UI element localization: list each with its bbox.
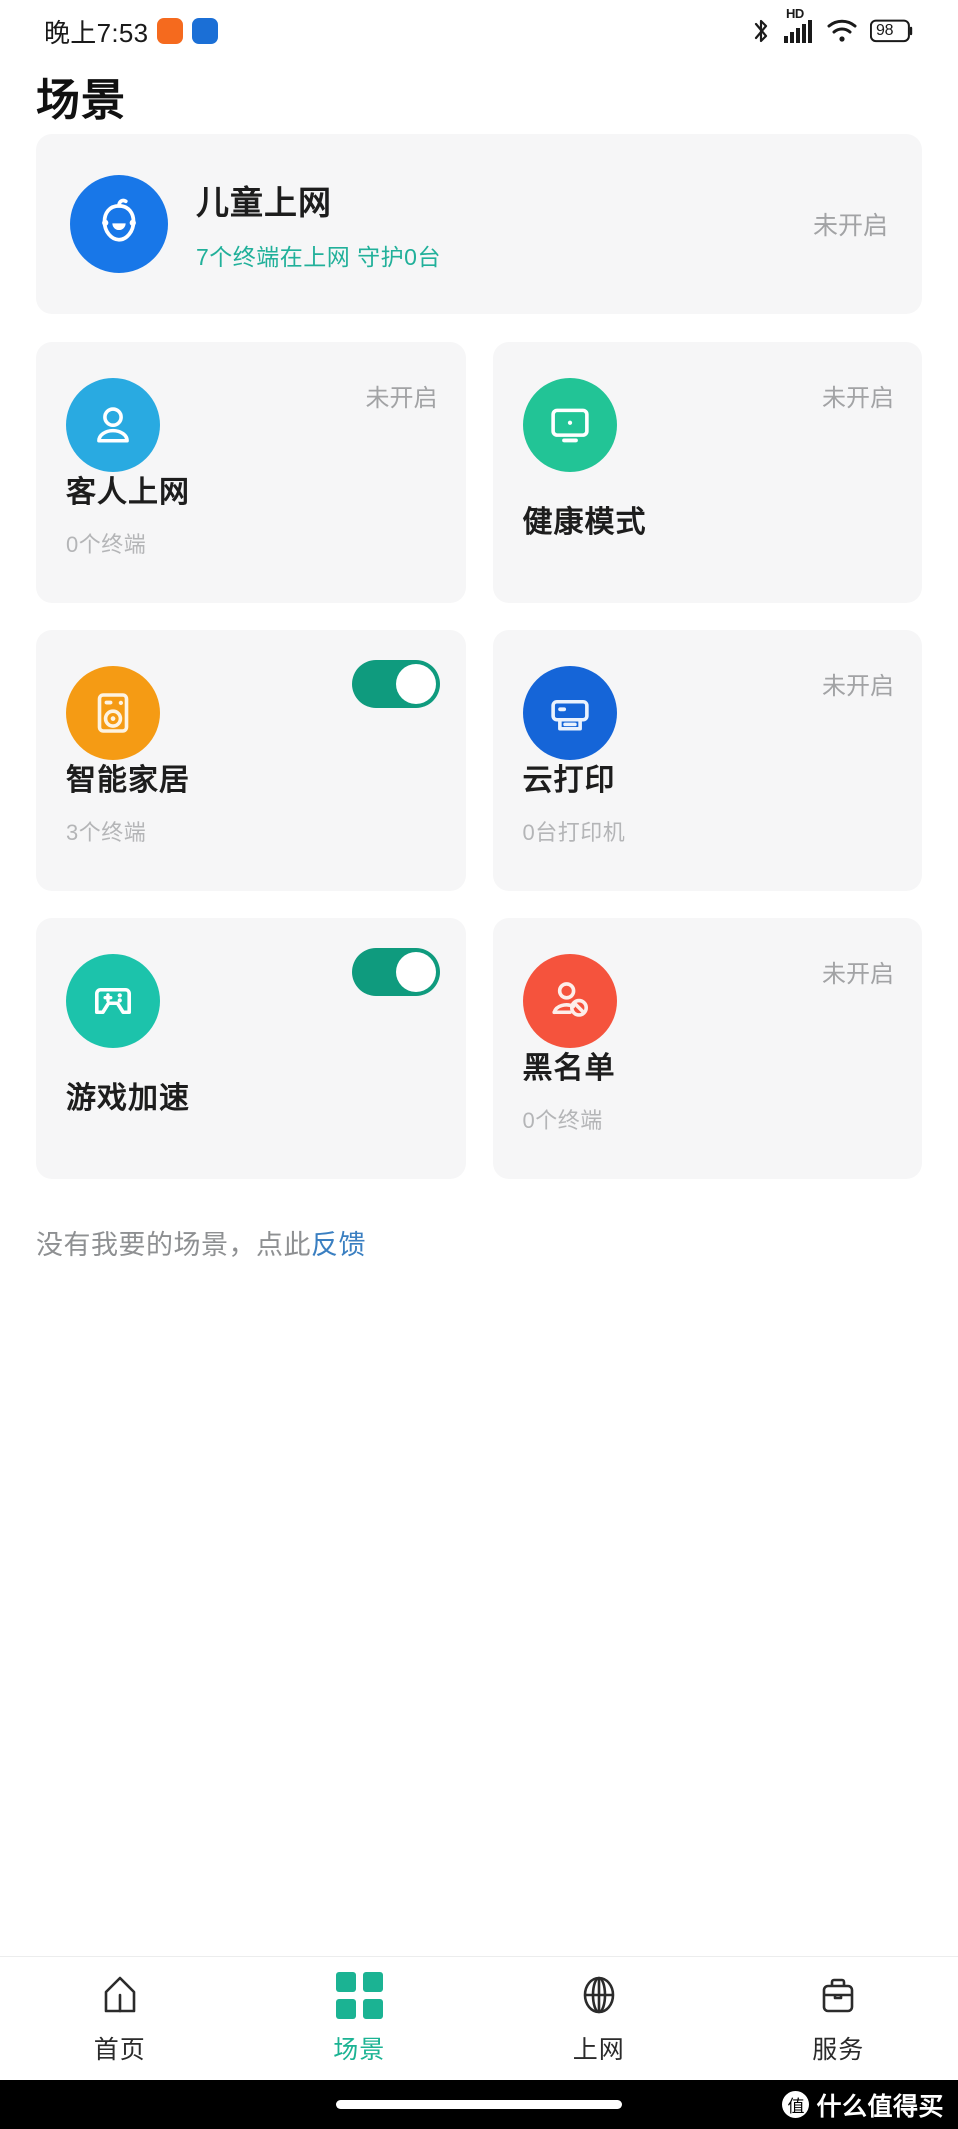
cellular-signal-icon: HD bbox=[784, 6, 814, 43]
status-badge: 未开启 bbox=[822, 961, 894, 988]
status-bar-right: HD 98 bbox=[751, 6, 914, 45]
scene-grid: 客人上网 0个终端 未开启 健康模式 未开启 智能家居 3个终端 云打印 0台打… bbox=[36, 342, 922, 1179]
tab-services[interactable]: 服务 bbox=[719, 1971, 958, 2066]
toggle-knob bbox=[395, 952, 436, 992]
baby-face-icon bbox=[70, 175, 168, 273]
grid-icon bbox=[335, 1971, 383, 2019]
status-badge: 未开启 bbox=[365, 385, 438, 412]
battery-level-label: 98 bbox=[876, 22, 894, 39]
phone-screen: 晚上7:53 HD 98 场景 儿童上网 7个终端在上网 守护0台 未开启 客人… bbox=[0, 0, 958, 2129]
scene-subtitle: 0个终端 bbox=[66, 532, 147, 557]
blocked-user-icon bbox=[522, 954, 617, 1048]
page-title: 场景 bbox=[36, 76, 126, 125]
monitor-icon bbox=[522, 378, 617, 472]
feedback-text: 没有我要的场景，点此 bbox=[36, 1230, 311, 1260]
tab-scenes[interactable]: 场景 bbox=[240, 1971, 480, 2066]
status-badge: 未开启 bbox=[822, 673, 894, 700]
scene-subtitle: 0台打印机 bbox=[522, 820, 626, 845]
scene-toggle[interactable] bbox=[351, 660, 440, 708]
gamepad-icon bbox=[66, 954, 160, 1048]
scene-list: 儿童上网 7个终端在上网 守护0台 未开启 客人上网 0个终端 未开启 健康模式… bbox=[0, 134, 958, 1262]
scene-card-cloud-print[interactable]: 云打印 0台打印机 未开启 bbox=[492, 630, 922, 891]
scene-title: 健康模式 bbox=[522, 506, 647, 539]
scene-title: 游戏加速 bbox=[66, 1082, 190, 1115]
tab-internet[interactable]: 上网 bbox=[479, 1971, 719, 2066]
guest-person-icon bbox=[66, 378, 160, 472]
feedback-link[interactable]: 反馈 bbox=[311, 1230, 366, 1260]
status-bar-left: 晚上7:53 bbox=[44, 13, 219, 50]
network-type-label: HD bbox=[786, 6, 804, 21]
scene-card-health-mode[interactable]: 健康模式 未开启 bbox=[492, 342, 922, 603]
scene-title: 客人上网 bbox=[66, 476, 190, 509]
scene-card-game-boost[interactable]: 游戏加速 bbox=[36, 918, 466, 1179]
blue-app-icon bbox=[192, 18, 219, 44]
scene-card-kids-internet[interactable]: 儿童上网 7个终端在上网 守护0台 未开启 bbox=[36, 134, 922, 314]
scene-title: 儿童上网 bbox=[196, 184, 332, 221]
scene-toggle[interactable] bbox=[351, 948, 440, 996]
printer-icon bbox=[522, 666, 617, 760]
tab-label: 场景 bbox=[333, 2035, 386, 2064]
bluetooth-icon bbox=[751, 17, 771, 45]
toggle-knob bbox=[395, 664, 436, 704]
status-bar: 晚上7:53 HD 98 bbox=[0, 0, 958, 62]
status-bar-clock: 晚上7:53 bbox=[44, 17, 149, 48]
watermark: 值 什么值得买 bbox=[782, 2087, 944, 2123]
battery-icon: 98 bbox=[870, 19, 914, 43]
status-badge: 未开启 bbox=[822, 385, 894, 412]
scene-card-blacklist[interactable]: 黑名单 0个终端 未开启 bbox=[492, 918, 922, 1179]
tab-label: 服务 bbox=[812, 2036, 865, 2064]
hero-card-texts: 儿童上网 7个终端在上网 守护0台 bbox=[196, 176, 441, 272]
scene-subtitle: 7个终端在上网 守护0台 bbox=[196, 244, 441, 270]
scene-card-smart-home[interactable]: 智能家居 3个终端 bbox=[36, 630, 466, 891]
scene-subtitle: 0个终端 bbox=[522, 1108, 603, 1133]
watermark-text: 什么值得买 bbox=[816, 2092, 944, 2121]
home-indicator-area: 值 什么值得买 bbox=[0, 2080, 958, 2129]
scene-title: 云打印 bbox=[522, 764, 616, 797]
mi-app-icon bbox=[157, 18, 184, 44]
tab-label: 首页 bbox=[93, 2036, 146, 2064]
home-indicator[interactable] bbox=[336, 2100, 622, 2109]
scene-title: 黑名单 bbox=[522, 1052, 616, 1085]
scene-card-guest-network[interactable]: 客人上网 0个终端 未开启 bbox=[36, 342, 466, 603]
wifi-icon bbox=[827, 19, 857, 43]
bottom-tab-bar: 首页 场景 上网 服务 bbox=[0, 1956, 958, 2080]
globe-icon bbox=[575, 1971, 623, 2019]
feedback-row: 没有我要的场景，点此反馈 bbox=[36, 1223, 958, 1262]
tab-label: 上网 bbox=[572, 2036, 625, 2064]
scene-subtitle: 3个终端 bbox=[66, 820, 147, 845]
tab-home[interactable]: 首页 bbox=[0, 1971, 240, 2066]
briefcase-icon bbox=[814, 1971, 862, 2019]
home-icon bbox=[96, 1971, 144, 2019]
watermark-badge: 值 bbox=[782, 2091, 810, 2118]
scene-title: 智能家居 bbox=[66, 764, 190, 797]
smart-appliance-icon bbox=[66, 666, 160, 760]
status-badge: 未开启 bbox=[812, 212, 888, 240]
